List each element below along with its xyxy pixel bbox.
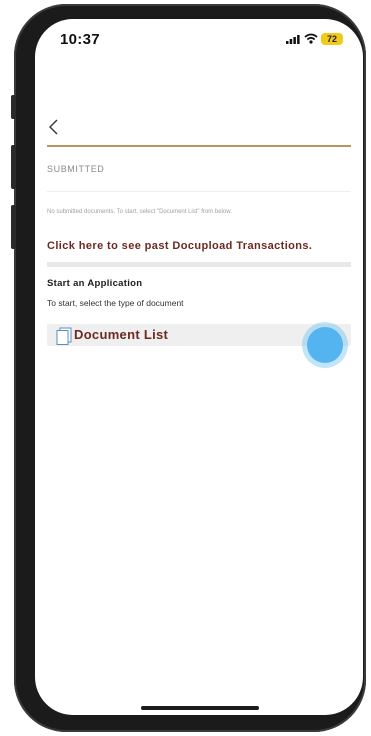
empty-state-message: No submitted documents. To start, select…: [47, 209, 232, 215]
app-screen: 10:37 72 SUBMITTED No submitted document…: [35, 19, 363, 715]
phone-side-button: [11, 145, 16, 189]
status-time: 10:37: [60, 31, 100, 48]
wifi-icon: [304, 33, 318, 44]
section-divider: [47, 191, 351, 192]
phone-side-button: [11, 95, 16, 119]
header-divider: [47, 145, 351, 147]
document-list-label: Document List: [74, 327, 169, 342]
touch-indicator: [307, 327, 343, 363]
battery-indicator: 72: [321, 33, 343, 45]
section-separator-bar: [47, 262, 351, 267]
phone-side-button: [11, 205, 16, 249]
home-indicator[interactable]: [141, 706, 259, 710]
signal-bars-icon: [286, 35, 300, 44]
start-application-heading: Start an Application: [47, 278, 143, 289]
past-transactions-link[interactable]: Click here to see past Docupload Transac…: [47, 240, 312, 252]
documents-icon: [56, 327, 72, 345]
status-bar: 10:37 72: [35, 19, 363, 59]
document-list-button[interactable]: Document List: [47, 324, 351, 346]
start-application-instructions: To start, select the type of document: [47, 298, 184, 308]
chevron-left-icon[interactable]: [47, 117, 61, 137]
submitted-section-label: SUBMITTED: [47, 164, 105, 174]
